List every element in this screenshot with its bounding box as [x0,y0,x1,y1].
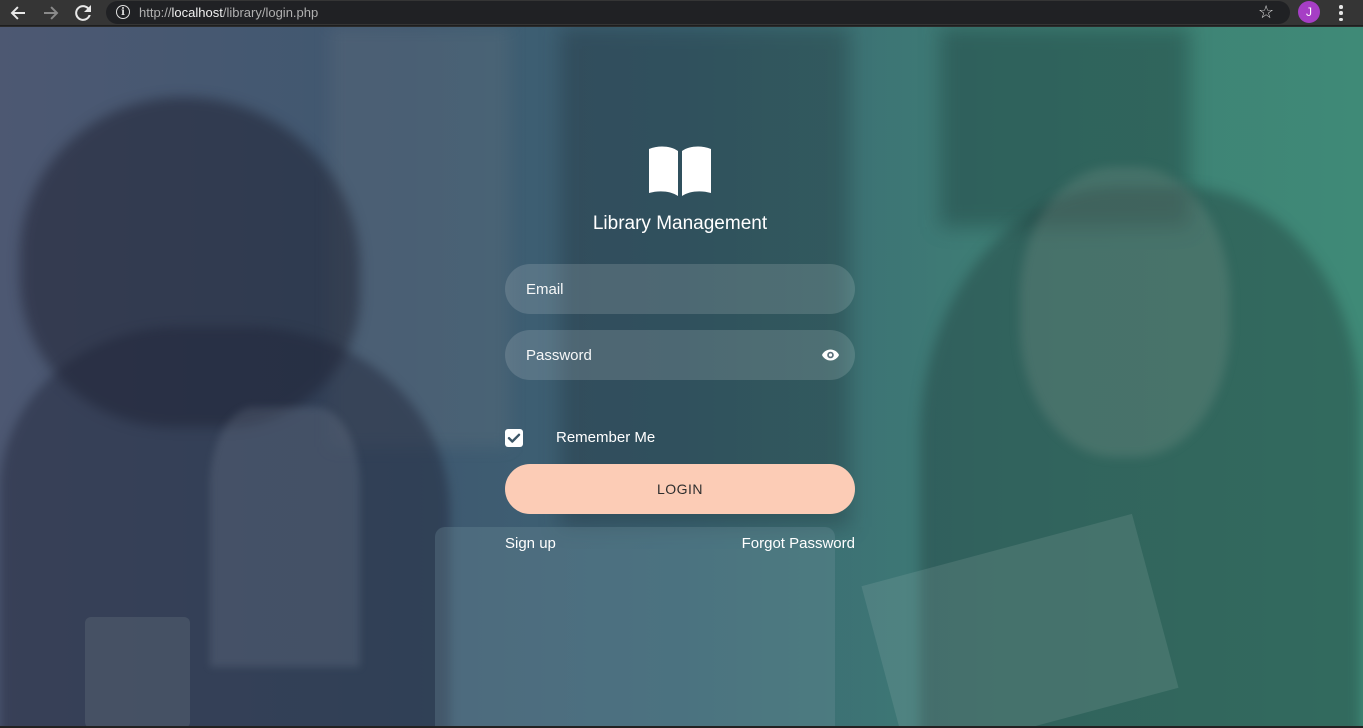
remember-label[interactable]: Remember Me [556,429,655,446]
remember-checkbox[interactable] [505,429,523,447]
email-field[interactable] [505,264,855,314]
checkmark-icon [507,433,521,443]
book-icon [647,145,713,197]
avatar[interactable]: J [1298,1,1320,23]
address-bar[interactable]: i http://localhost/library/login.php [106,1,1290,24]
bookmark-star-icon[interactable]: ☆ [1258,2,1274,22]
background-photo-shape [1020,167,1230,457]
password-input[interactable] [505,330,855,380]
back-icon[interactable] [5,0,31,26]
browser-toolbar: i http://localhost/library/login.php ☆ J [0,0,1363,26]
menu-icon[interactable] [1333,3,1349,23]
background-photo-shape [85,617,190,728]
info-icon[interactable]: i [116,5,130,19]
email-input[interactable] [505,264,855,314]
forward-icon[interactable] [38,0,64,26]
reload-icon[interactable] [70,0,96,26]
background-photo-shape [435,527,835,728]
background-photo-shape [210,407,360,667]
url-text: http://localhost/library/login.php [139,5,319,20]
login-button[interactable]: LOGIN [505,464,855,514]
page-title: Library Management [592,213,768,234]
eye-icon[interactable] [821,347,840,363]
background-photo-shape [861,513,1179,728]
password-field[interactable] [505,330,855,380]
signup-link[interactable]: Sign up [505,535,556,552]
forgot-password-link[interactable]: Forgot Password [742,535,855,552]
